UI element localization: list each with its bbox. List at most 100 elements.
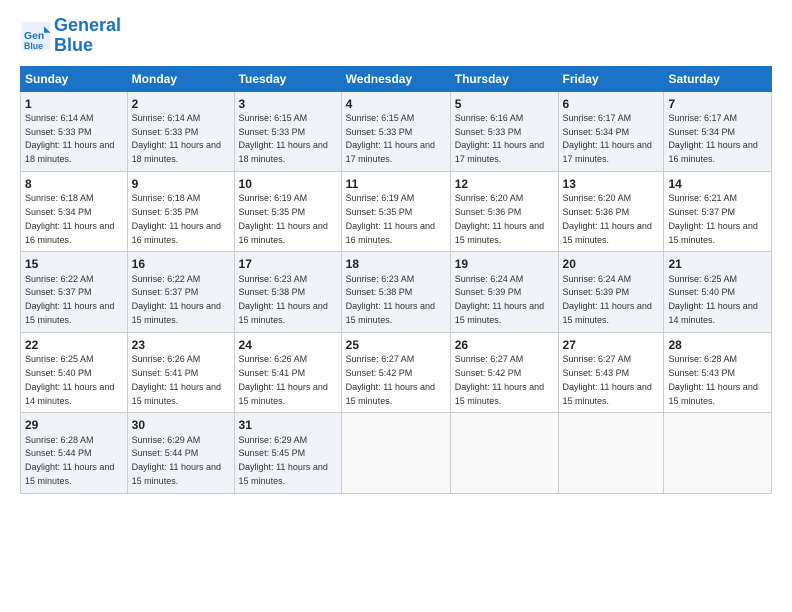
- calendar-cell: 26Sunrise: 6:27 AMSunset: 5:42 PMDayligh…: [450, 332, 558, 412]
- sunset-text: Sunset: 5:42 PM: [346, 368, 413, 378]
- daylight-text: Daylight: 11 hours and 18 minutes.: [132, 140, 221, 164]
- calendar-cell: 5Sunrise: 6:16 AMSunset: 5:33 PMDaylight…: [450, 91, 558, 171]
- sunset-text: Sunset: 5:33 PM: [346, 127, 413, 137]
- daylight-text: Daylight: 11 hours and 18 minutes.: [239, 140, 328, 164]
- day-number: 12: [455, 176, 554, 192]
- sunset-text: Sunset: 5:42 PM: [455, 368, 522, 378]
- sunrise-text: Sunrise: 6:15 AM: [239, 113, 308, 123]
- sunrise-text: Sunrise: 6:28 AM: [668, 354, 737, 364]
- day-number: 25: [346, 337, 446, 353]
- calendar-cell: 20 Sunrise: 6:24 AM Sunset: 5:39 PM Dayligh…: [558, 252, 664, 332]
- sunrise-text: Sunrise: 6:25 AM: [25, 354, 94, 364]
- daylight-text: Daylight: 11 hours and 16 minutes.: [239, 221, 328, 245]
- main-container: Gen Blue GeneralBlue SundayMondayTuesday…: [0, 0, 792, 504]
- sunset-text: Sunset: 5:37 PM: [132, 287, 199, 297]
- calendar-cell: 6Sunrise: 6:17 AMSunset: 5:34 PMDaylight…: [558, 91, 664, 171]
- sunrise-text: Sunrise: 6:22 AM: [132, 274, 201, 284]
- sunset-text: Sunset: 5:35 PM: [239, 207, 306, 217]
- daylight-text: Daylight: 11 hours and 15 minutes.: [563, 382, 652, 406]
- calendar-cell: 1Sunrise: 6:14 AMSunset: 5:33 PMDaylight…: [21, 91, 128, 171]
- calendar-cell: 7Sunrise: 6:17 AMSunset: 5:34 PMDaylight…: [664, 91, 772, 171]
- sunset-text: Sunset: 5:43 PM: [668, 368, 735, 378]
- day-number: 31: [239, 417, 337, 433]
- calendar-cell: 23Sunrise: 6:26 AMSunset: 5:41 PMDayligh…: [127, 332, 234, 412]
- calendar-cell: 19Sunrise: 6:24 AMSunset: 5:39 PMDayligh…: [450, 252, 558, 332]
- day-number: 18: [346, 256, 446, 272]
- calendar-cell: 15Sunrise: 6:22 AMSunset: 5:37 PMDayligh…: [21, 252, 128, 332]
- sunset-text: Sunset: 5:35 PM: [346, 207, 413, 217]
- week-row-1: 1Sunrise: 6:14 AMSunset: 5:33 PMDaylight…: [21, 91, 772, 171]
- weekday-header-monday: Monday: [127, 66, 234, 91]
- daylight-text: Daylight: 11 hours and 15 minutes.: [455, 221, 544, 245]
- day-number: 24: [239, 337, 337, 353]
- day-number: 8: [25, 176, 123, 192]
- calendar-cell: [664, 413, 772, 493]
- daylight-text: Daylight: 11 hours and 16 minutes.: [668, 140, 757, 164]
- sunrise-text: Sunrise: 6:28 AM: [25, 435, 94, 445]
- weekday-header-saturday: Saturday: [664, 66, 772, 91]
- sunrise-text: Sunrise: 6:26 AM: [132, 354, 201, 364]
- sunset-text: Sunset: 5:40 PM: [668, 287, 735, 297]
- sunset-text: Sunset: 5:37 PM: [668, 207, 735, 217]
- sunrise-text: Sunrise: 6:24 AM: [563, 274, 632, 284]
- sunset-text: Sunset: 5:36 PM: [563, 207, 630, 217]
- sunrise-text: Sunrise: 6:29 AM: [132, 435, 201, 445]
- calendar-cell: 29Sunrise: 6:28 AMSunset: 5:44 PMDayligh…: [21, 413, 128, 493]
- day-number: 15: [25, 256, 123, 272]
- week-row-4: 22Sunrise: 6:25 AMSunset: 5:40 PMDayligh…: [21, 332, 772, 412]
- daylight-text: Daylight: 11 hours and 15 minutes.: [455, 382, 544, 406]
- sunrise-text: Sunrise: 6:21 AM: [668, 193, 737, 203]
- sunrise-text: Sunrise: 6:25 AM: [668, 274, 737, 284]
- sunset-text: Sunset: 5:34 PM: [563, 127, 630, 137]
- sunrise-text: Sunrise: 6:20 AM: [455, 193, 524, 203]
- sunset-text: Sunset: 5:44 PM: [132, 448, 199, 458]
- sunset-text: Sunset: 5:43 PM: [563, 368, 630, 378]
- daylight-text: Daylight: 11 hours and 15 minutes.: [132, 382, 221, 406]
- daylight-text: Daylight: 11 hours and 15 minutes.: [132, 462, 221, 486]
- daylight-text: Daylight: 11 hours and 18 minutes.: [25, 140, 114, 164]
- day-number: 19: [455, 256, 554, 272]
- logo-text: GeneralBlue: [54, 16, 121, 56]
- daylight-text: Daylight: 11 hours and 17 minutes.: [455, 140, 544, 164]
- daylight-text: Daylight: 11 hours and 15 minutes.: [132, 301, 221, 325]
- sunset-text: Sunset: 5:41 PM: [239, 368, 306, 378]
- weekday-header-friday: Friday: [558, 66, 664, 91]
- sunset-text: Sunset: 5:33 PM: [239, 127, 306, 137]
- sunrise-text: Sunrise: 6:27 AM: [563, 354, 632, 364]
- sunset-text: Sunset: 5:39 PM: [455, 287, 522, 297]
- sunset-text: Sunset: 5:35 PM: [132, 207, 199, 217]
- week-row-2: 8Sunrise: 6:18 AMSunset: 5:34 PMDaylight…: [21, 172, 772, 252]
- sunrise-text: Sunrise: 6:15 AM: [346, 113, 415, 123]
- day-number: 26: [455, 337, 554, 353]
- weekday-header-sunday: Sunday: [21, 66, 128, 91]
- day-number: 17: [239, 256, 337, 272]
- calendar-cell: 17Sunrise: 6:23 AMSunset: 5:38 PMDayligh…: [234, 252, 341, 332]
- day-number: 10: [239, 176, 337, 192]
- daylight-text: Daylight: 11 hours and 15 minutes.: [239, 462, 328, 486]
- calendar-cell: 9Sunrise: 6:18 AMSunset: 5:35 PMDaylight…: [127, 172, 234, 252]
- sunrise-text: Sunrise: 6:19 AM: [346, 193, 415, 203]
- daylight-text: Daylight: 11 hours and 16 minutes.: [346, 221, 435, 245]
- day-number: 16: [132, 256, 230, 272]
- sunrise-text: Sunrise: 6:14 AM: [132, 113, 201, 123]
- daylight-text: Daylight: 11 hours and 15 minutes.: [668, 221, 757, 245]
- daylight-text: Daylight: 11 hours and 15 minutes.: [455, 301, 544, 325]
- sunset-text: Sunset: 5:38 PM: [346, 287, 413, 297]
- calendar-table: SundayMondayTuesdayWednesdayThursdayFrid…: [20, 66, 772, 494]
- svg-text:Blue: Blue: [24, 41, 43, 51]
- day-number: 20: [563, 256, 660, 272]
- sunset-text: Sunset: 5:33 PM: [132, 127, 199, 137]
- sunset-text: Sunset: 5:41 PM: [132, 368, 199, 378]
- week-row-3: 15 Sunrise: 6:22 AM Sunset: 5:37 PM Dayligh…: [21, 252, 772, 332]
- day-number: 21: [668, 256, 767, 272]
- sunrise-text: Sunrise: 6:18 AM: [132, 193, 201, 203]
- daylight-text: Daylight: 11 hours and 15 minutes.: [563, 301, 652, 325]
- daylight-text: Daylight: 11 hours and 15 minutes.: [346, 382, 435, 406]
- sunrise-text: Sunrise: 6:14 AM: [25, 113, 94, 123]
- calendar-cell: 24Sunrise: 6:26 AMSunset: 5:41 PMDayligh…: [234, 332, 341, 412]
- sunset-text: Sunset: 5:39 PM: [563, 287, 630, 297]
- sunrise-text: Sunrise: 6:18 AM: [25, 193, 94, 203]
- calendar-cell: 4Sunrise: 6:15 AMSunset: 5:33 PMDaylight…: [341, 91, 450, 171]
- week-row-5: 29Sunrise: 6:28 AMSunset: 5:44 PMDayligh…: [21, 413, 772, 493]
- weekday-header-tuesday: Tuesday: [234, 66, 341, 91]
